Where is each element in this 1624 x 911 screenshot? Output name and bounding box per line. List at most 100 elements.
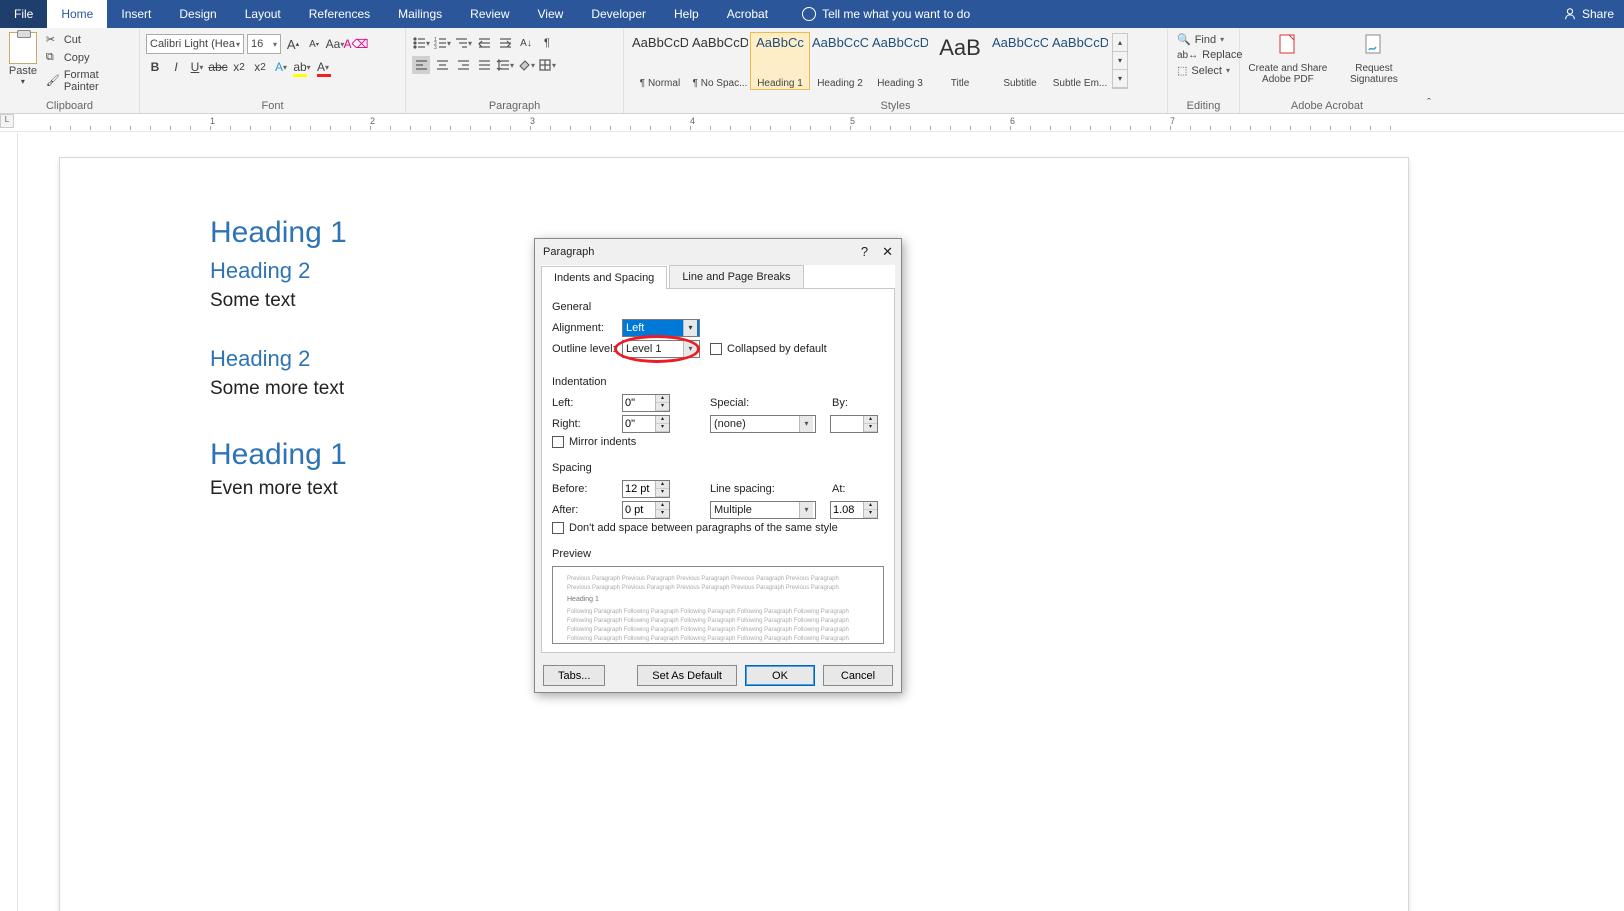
- tab-insert[interactable]: Insert: [107, 0, 165, 28]
- italic-button[interactable]: I: [167, 58, 185, 76]
- share-button[interactable]: Share: [1563, 0, 1614, 28]
- after-spinner[interactable]: ▴▾: [622, 501, 670, 519]
- multilevel-button[interactable]: ▾: [454, 34, 472, 52]
- subscript-button[interactable]: x2: [230, 58, 248, 76]
- down-arrow-icon[interactable]: ▾: [656, 510, 669, 518]
- up-arrow-icon[interactable]: ▴: [656, 395, 669, 403]
- tab-review[interactable]: Review: [456, 0, 523, 28]
- indent-right-value[interactable]: [623, 416, 655, 432]
- tell-me[interactable]: Tell me what you want to do: [802, 0, 970, 28]
- find-button[interactable]: 🔍Find▾: [1174, 32, 1233, 47]
- highlight-button[interactable]: ab▾: [293, 58, 311, 76]
- align-center-button[interactable]: [433, 56, 451, 74]
- up-arrow-icon[interactable]: ▴: [864, 416, 877, 424]
- tab-indents-spacing[interactable]: Indents and Spacing: [541, 266, 667, 289]
- justify-button[interactable]: [475, 56, 493, 74]
- cancel-button[interactable]: Cancel: [823, 665, 893, 686]
- increase-indent-button[interactable]: [496, 34, 514, 52]
- help-button[interactable]: ?: [861, 244, 868, 260]
- decrease-indent-button[interactable]: [475, 34, 493, 52]
- superscript-button[interactable]: x2: [251, 58, 269, 76]
- request-signatures-button[interactable]: Request Signatures: [1340, 32, 1408, 85]
- document-line[interactable]: Some text: [210, 290, 347, 312]
- scroll-down-icon[interactable]: ▾: [1113, 52, 1127, 70]
- document-line[interactable]: Heading 1: [210, 216, 347, 250]
- style-item-subtitle[interactable]: AaBbCcCSubtitle: [990, 32, 1050, 90]
- underline-button[interactable]: U▾: [188, 58, 206, 76]
- document-line[interactable]: Heading 2: [210, 346, 347, 372]
- indent-left-value[interactable]: [623, 395, 655, 411]
- after-value[interactable]: [623, 502, 655, 518]
- tab-home[interactable]: Home: [47, 0, 107, 28]
- ok-button[interactable]: OK: [745, 665, 815, 686]
- scroll-up-icon[interactable]: ▴: [1113, 34, 1127, 52]
- style-item-heading-3[interactable]: AaBbCcDHeading 3: [870, 32, 930, 90]
- tabs-button[interactable]: Tabs...: [543, 665, 605, 686]
- style-item-subtle-em---[interactable]: AaBbCcDcSubtle Em...: [1050, 32, 1110, 90]
- bold-button[interactable]: B: [146, 58, 164, 76]
- style-item-title[interactable]: AaBTitle: [930, 32, 990, 90]
- format-painter-button[interactable]: 🖌Format Painter: [44, 68, 133, 94]
- collapse-ribbon-button[interactable]: ˆ: [1414, 28, 1444, 113]
- replace-button[interactable]: ab↔Replace: [1174, 48, 1233, 62]
- tab-line-page-breaks[interactable]: Line and Page Breaks: [669, 265, 803, 288]
- down-arrow-icon[interactable]: ▾: [656, 489, 669, 497]
- alignment-combo[interactable]: Left▾: [622, 319, 700, 337]
- document-line[interactable]: Even more text: [210, 478, 347, 500]
- mirror-indents-checkbox[interactable]: [552, 436, 564, 448]
- copy-button[interactable]: ⧉Copy: [44, 50, 133, 66]
- indent-left-spinner[interactable]: ▴▾: [622, 394, 670, 412]
- shrink-font-icon[interactable]: A▾: [305, 35, 323, 53]
- scroll-down-icon[interactable]: ▾: [1113, 70, 1127, 88]
- down-arrow-icon[interactable]: ▾: [864, 424, 877, 432]
- by-value[interactable]: [831, 416, 863, 432]
- tab-developer[interactable]: Developer: [577, 0, 660, 28]
- at-value[interactable]: [831, 502, 863, 518]
- dont-add-space-checkbox[interactable]: [552, 522, 564, 534]
- style-item---no-spac---[interactable]: AaBbCcDc¶ No Spac...: [690, 32, 750, 90]
- indent-right-spinner[interactable]: ▴▾: [622, 415, 670, 433]
- paste-button[interactable]: Paste ▾: [6, 32, 40, 94]
- tab-mailings[interactable]: Mailings: [384, 0, 456, 28]
- set-default-button[interactable]: Set As Default: [637, 665, 737, 686]
- at-spinner[interactable]: ▴▾: [830, 501, 878, 519]
- up-arrow-icon[interactable]: ▴: [656, 416, 669, 424]
- line-spacing-button[interactable]: ▾: [496, 56, 514, 74]
- by-spinner[interactable]: ▴▾: [830, 415, 878, 433]
- before-value[interactable]: [623, 481, 655, 497]
- down-arrow-icon[interactable]: ▾: [864, 510, 877, 518]
- font-color-button[interactable]: A▾: [314, 58, 332, 76]
- align-right-button[interactable]: [454, 56, 472, 74]
- document-line[interactable]: Some more text: [210, 378, 347, 400]
- document-line[interactable]: Heading 2: [210, 258, 347, 284]
- font-name-combo[interactable]: Calibri Light (Hea▾: [146, 34, 244, 54]
- up-arrow-icon[interactable]: ▴: [656, 481, 669, 489]
- close-button[interactable]: ✕: [882, 244, 893, 260]
- tab-acrobat[interactable]: Acrobat: [713, 0, 782, 28]
- tab-layout[interactable]: Layout: [231, 0, 295, 28]
- up-arrow-icon[interactable]: ▴: [864, 502, 877, 510]
- down-arrow-icon[interactable]: ▾: [656, 424, 669, 432]
- tab-file[interactable]: File: [0, 0, 47, 28]
- strikethrough-button[interactable]: abc: [209, 58, 227, 76]
- clear-format-icon[interactable]: A⌫: [347, 35, 365, 53]
- tab-references[interactable]: References: [295, 0, 384, 28]
- tab-design[interactable]: Design: [165, 0, 230, 28]
- ruler[interactable]: L 1234567: [0, 114, 1624, 132]
- show-marks-button[interactable]: ¶: [538, 34, 556, 52]
- line-spacing-combo[interactable]: Multiple▾: [710, 501, 816, 519]
- tab-view[interactable]: View: [524, 0, 578, 28]
- document-line[interactable]: Heading 1: [210, 438, 347, 472]
- style-item---normal[interactable]: AaBbCcDc¶ Normal: [630, 32, 690, 90]
- before-spinner[interactable]: ▴▾: [622, 480, 670, 498]
- align-left-button[interactable]: [412, 56, 430, 74]
- font-size-combo[interactable]: 16▾: [247, 34, 281, 54]
- chevron-down-icon[interactable]: ▾: [6, 77, 40, 86]
- grow-font-icon[interactable]: A▴: [284, 35, 302, 53]
- borders-button[interactable]: ▾: [538, 56, 556, 74]
- numbering-button[interactable]: 123▾: [433, 34, 451, 52]
- bullets-button[interactable]: ▾: [412, 34, 430, 52]
- tab-help[interactable]: Help: [660, 0, 713, 28]
- dialog-titlebar[interactable]: Paragraph ? ✕: [535, 239, 901, 265]
- shading-button[interactable]: ▾: [517, 56, 535, 74]
